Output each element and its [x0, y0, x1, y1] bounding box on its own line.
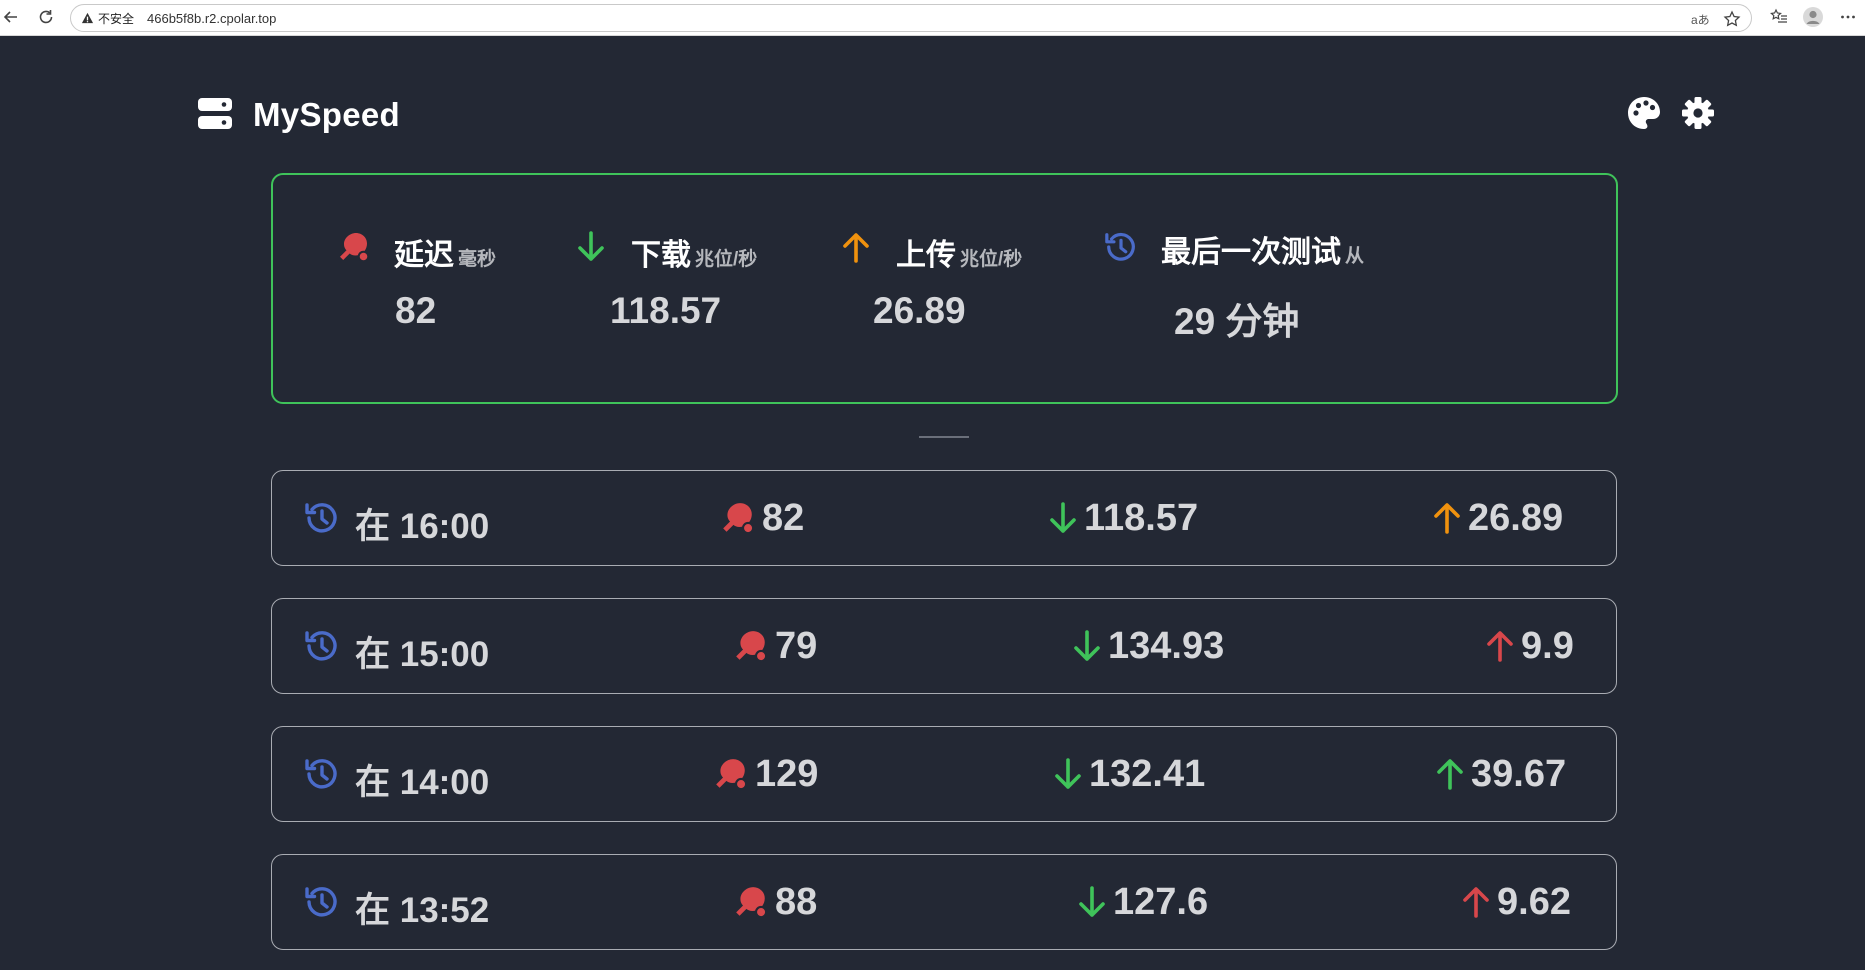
favorites-list-icon[interactable]: [1768, 6, 1790, 28]
history-icon: [305, 503, 337, 533]
ping-pong-icon: [340, 233, 370, 263]
ping-pong-icon: [716, 759, 748, 791]
arrow-up-icon: [1463, 887, 1489, 918]
history-time: 在 14:00: [355, 763, 490, 802]
history-icon: [305, 887, 337, 917]
history-ping-value: 88: [775, 880, 818, 923]
history-upload-value: 9.9: [1521, 624, 1574, 667]
url-text[interactable]: 466b5f8b.r2.cpolar.top: [147, 11, 276, 26]
app-title: MySpeed: [253, 96, 400, 133]
history-download-value: 132.41: [1089, 752, 1206, 795]
history-row[interactable]: 在 14:00 129 132.41 39.67: [271, 726, 1617, 822]
history-ping: 88: [733, 879, 817, 925]
history-icon: [305, 759, 337, 789]
history-download-value: 134.93: [1108, 624, 1225, 667]
security-indicator[interactable]: 不安全: [81, 10, 134, 27]
arrow-up-icon: [1434, 503, 1460, 534]
app-header: MySpeed: [198, 96, 1714, 134]
download-label: 下载: [631, 239, 691, 272]
download-unit: 兆位/秒: [695, 249, 758, 270]
security-label: 不安全: [98, 12, 135, 26]
arrow-down-icon: [1055, 758, 1081, 789]
ping-label: 延迟: [394, 239, 454, 272]
history-download: 118.57: [1048, 495, 1198, 541]
history-download: 132.41: [1053, 751, 1205, 797]
server-icon: [198, 98, 232, 129]
history-upload: 26.89: [1432, 495, 1563, 541]
history-row[interactable]: 在 16:00 82 118.57 26.89: [271, 470, 1617, 566]
back-icon[interactable]: [0, 6, 22, 28]
translate-icon[interactable]: aあ: [1691, 9, 1710, 29]
arrow-up-icon: [843, 233, 869, 263]
history-icon: [1105, 232, 1135, 261]
history-ping-value: 129: [755, 752, 819, 795]
history-icon: [305, 631, 337, 661]
history-download: 134.93: [1072, 623, 1224, 669]
history-ping: 79: [733, 623, 817, 669]
last-test-value: 29 分钟: [1174, 301, 1300, 342]
browser-toolbar: 不安全 466b5f8b.r2.cpolar.top aあ: [0, 0, 1865, 36]
history-download-value: 118.57: [1084, 496, 1199, 539]
arrow-up-icon: [1437, 759, 1463, 790]
history-ping: 82: [720, 495, 804, 541]
history-ping: 129: [713, 751, 818, 797]
history-time: 在 16:00: [355, 507, 490, 546]
history-row[interactable]: 在 15:00 79 134.93 9.9: [271, 598, 1617, 694]
warning-icon: [81, 12, 94, 24]
divider: [919, 436, 969, 438]
ping-pong-icon: [723, 503, 755, 535]
address-bar[interactable]: 不安全 466b5f8b.r2.cpolar.top aあ: [70, 4, 1752, 32]
reload-icon[interactable]: [35, 6, 57, 28]
arrow-down-icon: [1079, 886, 1105, 917]
history-upload-value: 26.89: [1468, 496, 1564, 539]
history-upload-value: 9.62: [1497, 880, 1571, 923]
history-upload: 9.62: [1461, 879, 1571, 925]
history-time: 在 13:52: [355, 891, 490, 930]
history-ping-value: 79: [775, 624, 818, 667]
latest-result-card: 延迟 毫秒 82 下载 兆位/秒 118.57 上传 兆位/秒 26.89 最后一次测…: [271, 173, 1618, 404]
favorite-star-icon[interactable]: [1723, 9, 1741, 29]
palette-icon[interactable]: [1627, 96, 1661, 130]
arrow-up-icon: [1487, 631, 1513, 662]
more-options-icon[interactable]: [1837, 6, 1859, 28]
arrow-down-icon: [1074, 630, 1100, 661]
history-ping-value: 82: [762, 496, 805, 539]
upload-unit: 兆位/秒: [960, 249, 1023, 270]
upload-value: 26.89: [873, 290, 966, 331]
history-download: 127.6: [1077, 879, 1208, 925]
history-time: 在 15:00: [355, 635, 490, 674]
ping-pong-icon: [736, 631, 768, 663]
last-test-label: 最后一次测试: [1161, 236, 1341, 269]
history-upload: 9.9: [1485, 623, 1574, 669]
ping-value: 82: [395, 290, 437, 331]
history-upload-value: 39.67: [1471, 752, 1567, 795]
profile-avatar-icon[interactable]: [1802, 6, 1824, 28]
download-value: 118.57: [610, 290, 722, 331]
ping-unit: 毫秒: [458, 249, 497, 270]
gear-icon[interactable]: [1681, 96, 1715, 130]
history-upload: 39.67: [1435, 751, 1566, 797]
arrow-down-icon: [1050, 502, 1076, 533]
history-row[interactable]: 在 13:52 88 127.6 9.62: [271, 854, 1617, 950]
history-download-value: 127.6: [1113, 880, 1209, 923]
ping-pong-icon: [736, 887, 768, 919]
arrow-down-icon: [578, 231, 604, 261]
upload-label: 上传: [896, 239, 956, 272]
last-test-unit: 从: [1345, 246, 1365, 267]
